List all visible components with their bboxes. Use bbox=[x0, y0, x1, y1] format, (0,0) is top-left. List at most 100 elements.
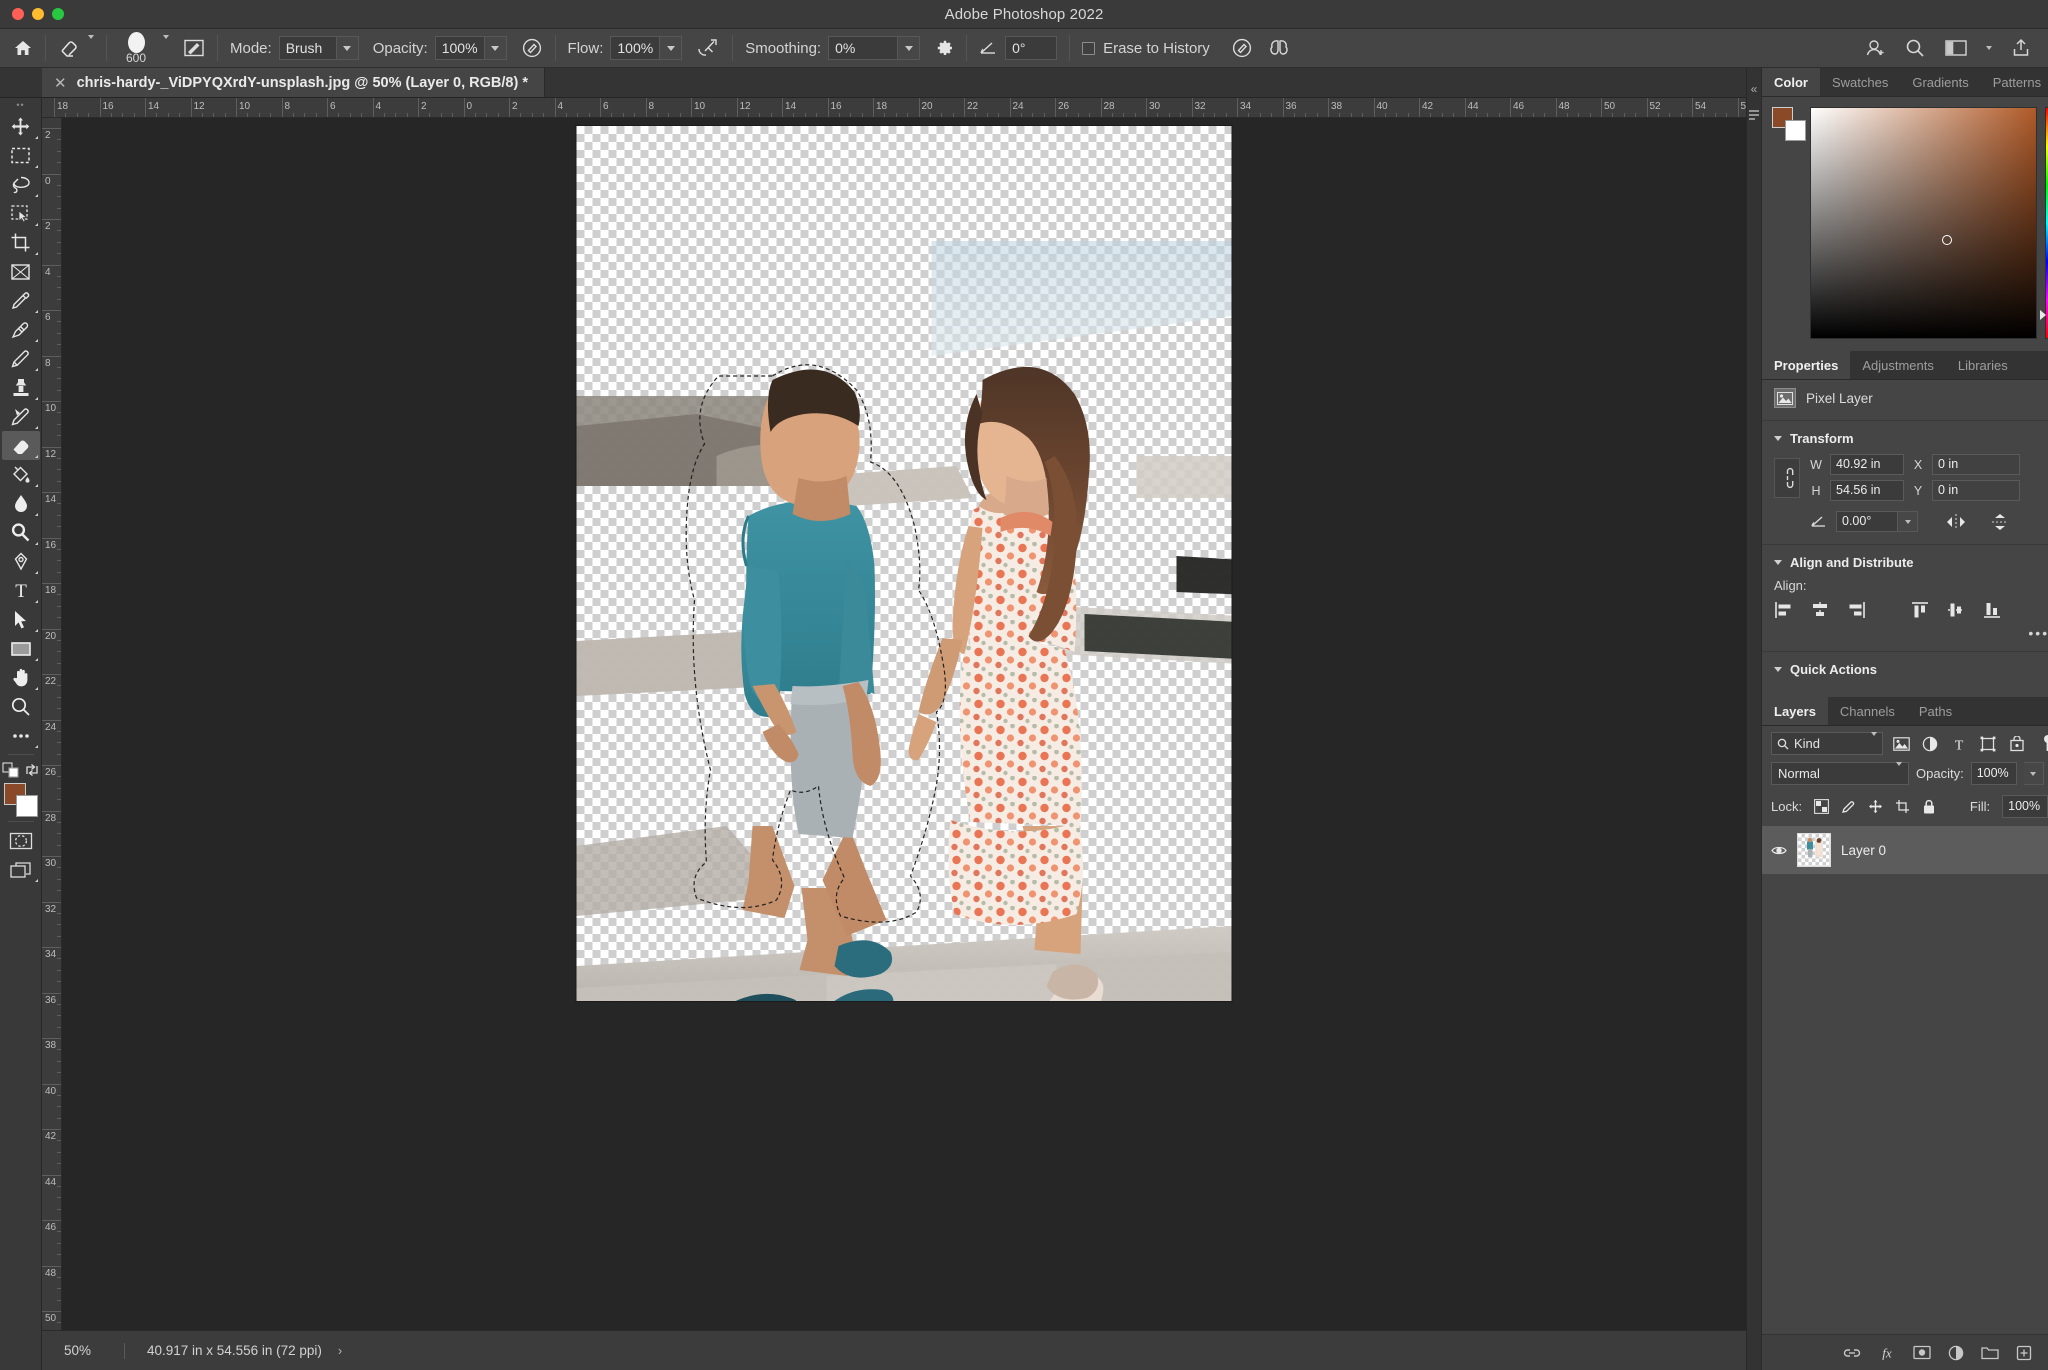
marquee-tool[interactable] bbox=[2, 141, 40, 170]
background-color-swatch[interactable] bbox=[15, 795, 38, 817]
properties-rail-icon[interactable] bbox=[1747, 108, 1761, 122]
transform-section-header[interactable]: Transform bbox=[1762, 425, 2048, 452]
blend-mode-select[interactable]: Normal bbox=[1771, 762, 1909, 785]
lock-artboard-nesting-icon[interactable] bbox=[1895, 799, 1910, 814]
tab-color[interactable]: Color bbox=[1762, 68, 1820, 96]
flow-value[interactable]: 100% bbox=[610, 36, 661, 60]
brush-preset-picker[interactable]: 600 bbox=[112, 29, 176, 68]
flip-horizontal-icon[interactable] bbox=[1945, 513, 1967, 531]
layer-filter-kind-select[interactable]: Kind bbox=[1771, 732, 1883, 755]
lock-position-icon[interactable] bbox=[1868, 799, 1883, 814]
lock-all-icon[interactable] bbox=[1922, 799, 1936, 815]
frame-tool[interactable] bbox=[2, 257, 40, 286]
color-panel-swatches[interactable] bbox=[1772, 107, 1806, 141]
smart-object-filter-icon[interactable] bbox=[2006, 735, 2028, 752]
align-section-header[interactable]: Align and Distribute bbox=[1762, 549, 2048, 576]
adjustment-layer-icon[interactable] bbox=[1948, 1345, 1964, 1361]
link-layers-icon[interactable] bbox=[1843, 1346, 1861, 1360]
smoothing-control[interactable]: Smoothing: 0% bbox=[738, 29, 927, 68]
artboard[interactable] bbox=[576, 126, 1232, 1001]
align-bottom-icon[interactable] bbox=[1982, 601, 2002, 619]
pen-tool[interactable] bbox=[2, 547, 40, 576]
export-icon[interactable] bbox=[2010, 37, 2032, 59]
tool-preset-chevron-icon[interactable] bbox=[88, 35, 94, 57]
layer-thumbnail[interactable] bbox=[1797, 833, 1831, 867]
height-field[interactable]: 54.56 in bbox=[1830, 480, 1904, 501]
zoom-tool[interactable] bbox=[2, 692, 40, 721]
align-left-icon[interactable] bbox=[1774, 601, 1794, 619]
mode-control[interactable]: Mode: Brush bbox=[223, 29, 366, 68]
tab-properties[interactable]: Properties bbox=[1762, 351, 1851, 379]
home-button[interactable] bbox=[6, 29, 40, 68]
opacity-dropdown-button[interactable] bbox=[484, 36, 507, 60]
shape-filter-icon[interactable] bbox=[1977, 736, 1999, 752]
chevron-down-icon[interactable] bbox=[163, 35, 169, 57]
background-color-swatch[interactable] bbox=[1785, 120, 1806, 141]
chevron-down-icon[interactable] bbox=[1896, 762, 1902, 781]
tab-libraries[interactable]: Libraries bbox=[1946, 351, 2020, 379]
filter-toggle-icon[interactable] bbox=[2037, 734, 2048, 754]
crop-tool[interactable] bbox=[2, 228, 40, 257]
smoothing-value[interactable]: 0% bbox=[828, 36, 899, 60]
pixel-filter-icon[interactable] bbox=[1890, 736, 1912, 751]
vertical-ruler[interactable]: 2 0 2 4 6 8 10 12 14 16 18 20 22 24 26 28 30 32 34 36 38 40 42… bbox=[42, 118, 62, 1330]
color-field-icon[interactable] bbox=[1810, 107, 2038, 339]
edit-toolbar-button[interactable] bbox=[2, 721, 40, 750]
pressure-opacity-toggle[interactable] bbox=[514, 29, 550, 68]
clone-stamp-tool[interactable] bbox=[2, 373, 40, 402]
shape-tool[interactable] bbox=[2, 634, 40, 663]
workspace-icon[interactable] bbox=[1944, 38, 1968, 58]
layers-opacity-value[interactable]: 100% bbox=[1970, 762, 2017, 785]
tab-layers[interactable]: Layers bbox=[1762, 697, 1828, 725]
tab-paths[interactable]: Paths bbox=[1907, 697, 1964, 725]
align-right-icon[interactable] bbox=[1846, 601, 1866, 619]
mode-value[interactable]: Brush bbox=[278, 36, 337, 60]
airbrush-toggle[interactable] bbox=[689, 29, 727, 68]
tab-swatches[interactable]: Swatches bbox=[1820, 68, 1900, 96]
tab-adjustments[interactable]: Adjustments bbox=[1850, 351, 1946, 379]
brush-tool[interactable] bbox=[2, 344, 40, 373]
eraser-tool[interactable] bbox=[1, 431, 40, 460]
chevron-down-icon[interactable] bbox=[1774, 436, 1782, 441]
hand-tool[interactable] bbox=[2, 663, 40, 692]
tab-channels[interactable]: Channels bbox=[1828, 697, 1907, 725]
lock-transparent-pixels-icon[interactable] bbox=[1814, 799, 1830, 814]
gradient-tool[interactable] bbox=[2, 460, 40, 489]
angle-value[interactable]: 0° bbox=[1005, 36, 1058, 60]
smoothing-options-button[interactable] bbox=[927, 29, 961, 68]
brush-settings-panel-button[interactable] bbox=[176, 29, 212, 68]
type-filter-icon[interactable]: T bbox=[1948, 736, 1970, 752]
rotation-field[interactable]: 0.00° bbox=[1836, 511, 1898, 532]
symmetry-button[interactable] bbox=[1260, 29, 1298, 68]
chevron-down-icon[interactable] bbox=[1871, 732, 1877, 751]
path-selection-tool[interactable] bbox=[2, 605, 40, 634]
color-swatches[interactable] bbox=[3, 783, 38, 817]
swap-colors-icon[interactable] bbox=[25, 763, 39, 777]
new-layer-icon[interactable] bbox=[2016, 1345, 2032, 1361]
fill-value[interactable]: 100% bbox=[2002, 795, 2048, 818]
flow-control[interactable]: Flow: 100% bbox=[561, 29, 690, 68]
screen-mode-button[interactable] bbox=[2, 855, 40, 884]
chevron-down-icon[interactable] bbox=[1774, 667, 1782, 672]
align-top-icon[interactable] bbox=[1910, 601, 1930, 619]
panel-rail[interactable]: « bbox=[1747, 68, 1762, 1370]
tab-gradients[interactable]: Gradients bbox=[1900, 68, 1980, 96]
align-horizontal-center-icon[interactable] bbox=[1810, 601, 1830, 619]
mode-dropdown-button[interactable] bbox=[336, 36, 359, 60]
opacity-value[interactable]: 100% bbox=[434, 36, 485, 60]
x-field[interactable]: 0 in bbox=[1932, 454, 2020, 475]
width-field[interactable]: 40.92 in bbox=[1830, 454, 1904, 475]
erase-to-history-checkbox[interactable]: Erase to History bbox=[1075, 29, 1224, 68]
zoom-level[interactable]: 50% bbox=[42, 1343, 124, 1358]
horizontal-ruler[interactable]: 18 16 14 12 10 8 6 4 2 0 2 4 6 8 10 12 14 16 18 20 22 24 26 28 3… bbox=[42, 98, 1746, 118]
opacity-control[interactable]: Opacity: 100% bbox=[366, 29, 514, 68]
document-tab[interactable]: ✕ chris-hardy-_ViDPYQXrdY-unsplash.jpg @… bbox=[42, 68, 545, 97]
link-constrain-icon[interactable] bbox=[1774, 457, 1800, 498]
align-more-options-icon[interactable]: ••• bbox=[1762, 625, 2048, 647]
share-person-icon[interactable] bbox=[1864, 37, 1886, 59]
quick-actions-section-header[interactable]: Quick Actions bbox=[1762, 656, 2048, 691]
align-vertical-center-icon[interactable] bbox=[1946, 601, 1966, 619]
flow-dropdown-button[interactable] bbox=[660, 36, 683, 60]
type-tool[interactable]: T bbox=[2, 576, 40, 605]
layer-name[interactable]: Layer 0 bbox=[1841, 843, 1886, 858]
